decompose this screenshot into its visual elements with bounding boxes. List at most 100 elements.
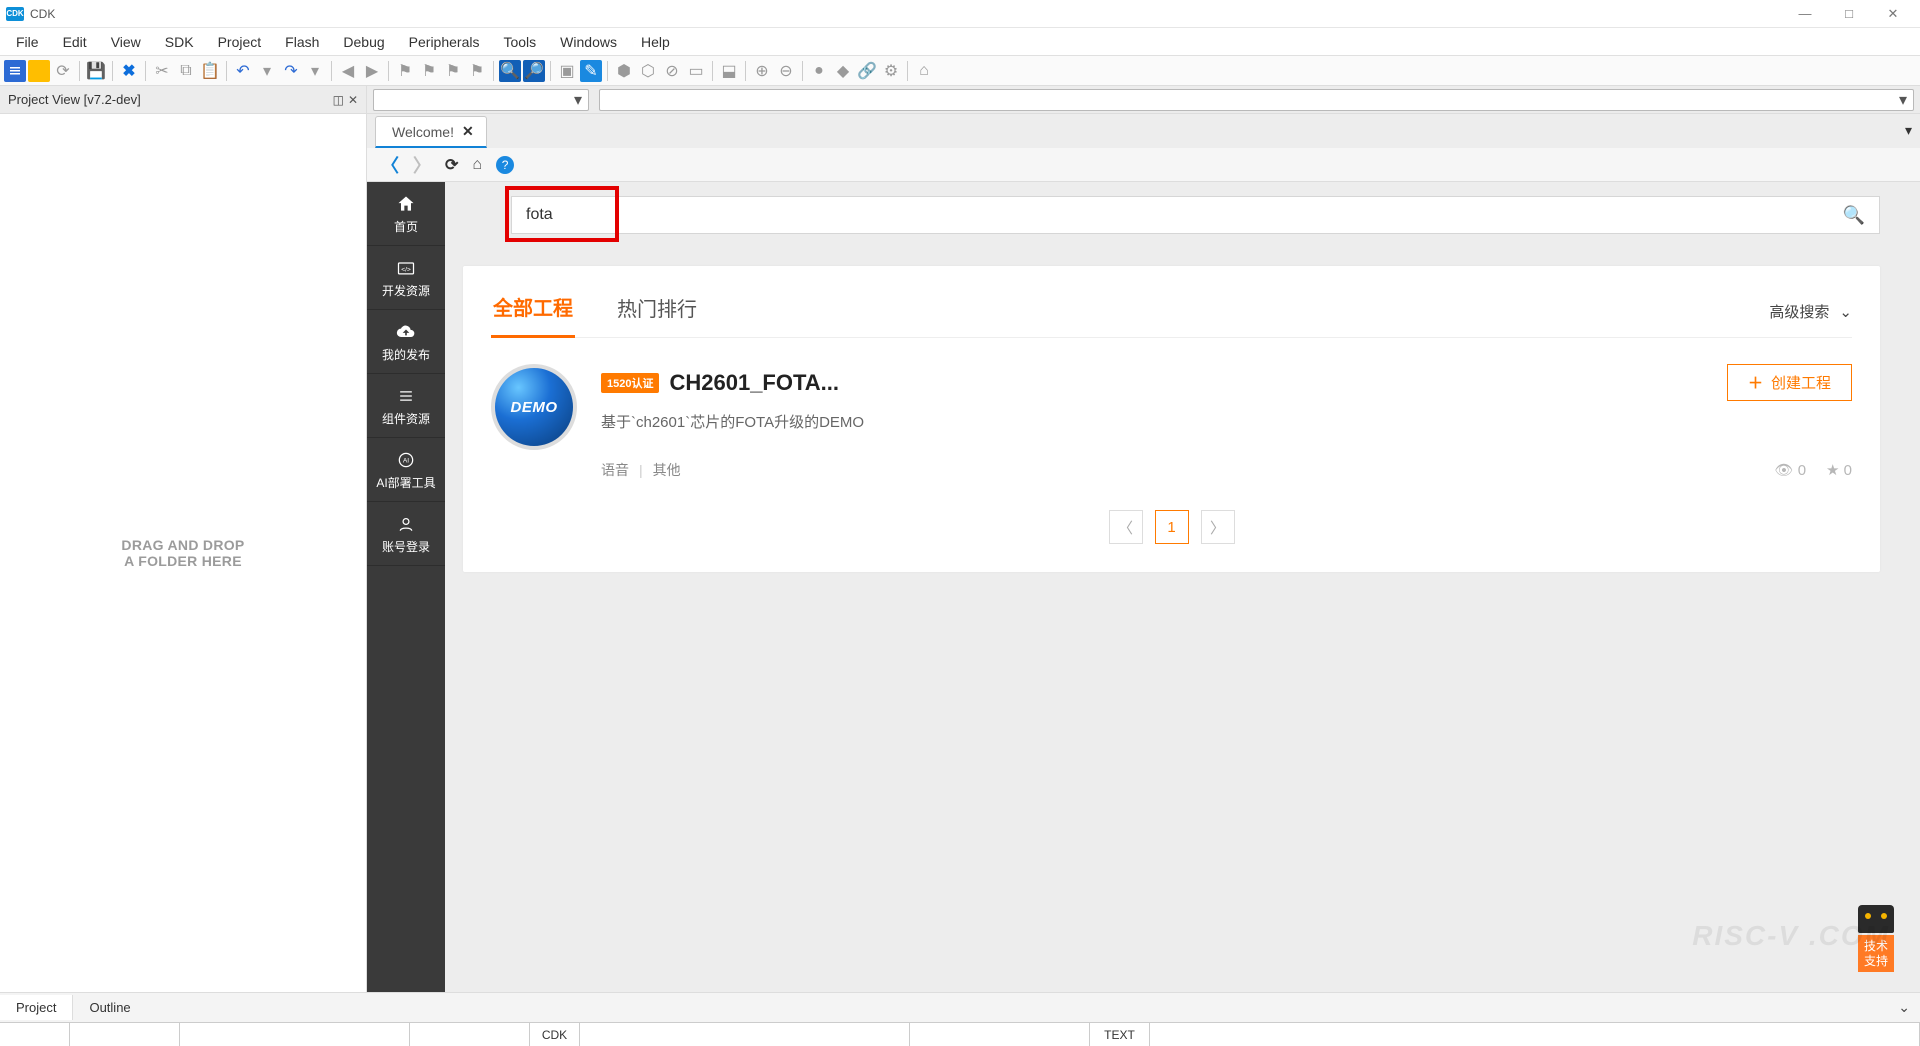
editor-tabs: Welcome! ✕ ▾ bbox=[367, 114, 1920, 148]
download-icon[interactable]: ⬓ bbox=[718, 60, 740, 82]
plus-icon: ＋ bbox=[1748, 372, 1763, 393]
menu-flash[interactable]: Flash bbox=[273, 30, 331, 54]
adv-search-label: 高级搜索 bbox=[1769, 301, 1829, 322]
bottom-tab-outline[interactable]: Outline bbox=[73, 995, 146, 1020]
nav-dev-label: 开发资源 bbox=[382, 282, 430, 299]
window-controls: — □ ✕ bbox=[1796, 5, 1914, 23]
open-folder-icon[interactable] bbox=[28, 60, 50, 82]
create-project-button[interactable]: ＋ 创建工程 bbox=[1727, 364, 1852, 401]
nav-forward-icon[interactable]: ▶ bbox=[361, 60, 383, 82]
new-file-icon[interactable] bbox=[4, 60, 26, 82]
search-icon[interactable]: 🔍 bbox=[1843, 205, 1865, 226]
save-icon[interactable]: 💾 bbox=[85, 60, 107, 82]
nav-forward-icon[interactable]: 〉 bbox=[413, 152, 431, 178]
tech-support-widget[interactable]: 技术 支持 bbox=[1852, 905, 1900, 972]
bottom-tabs: Project Outline ⌄ bbox=[0, 992, 1920, 1022]
highlight-icon[interactable]: ✎ bbox=[580, 60, 602, 82]
menu-help[interactable]: Help bbox=[629, 30, 682, 54]
bookmark-toggle-icon[interactable]: ⚑ bbox=[394, 60, 416, 82]
debug-link-icon[interactable]: 🔗 bbox=[856, 60, 878, 82]
menu-sdk[interactable]: SDK bbox=[153, 30, 206, 54]
bookmark-clear-icon[interactable]: ⚑ bbox=[466, 60, 488, 82]
undo-icon[interactable]: ↶ bbox=[232, 60, 254, 82]
advanced-search[interactable]: 高级搜索 ⌄ bbox=[1769, 301, 1852, 322]
nav-ai-deploy[interactable]: AI AI部署工具 bbox=[367, 438, 445, 502]
zoom-out-icon[interactable]: ⊖ bbox=[775, 60, 797, 82]
nav-account[interactable]: 账号登录 bbox=[367, 502, 445, 566]
person-icon bbox=[396, 514, 416, 534]
nav-home-icon[interactable]: ⌂ bbox=[472, 156, 482, 174]
close-x-icon[interactable]: ✖ bbox=[118, 60, 140, 82]
bottom-tab-project[interactable]: Project bbox=[0, 995, 73, 1020]
result-title[interactable]: CH2601_FOTA... bbox=[669, 370, 839, 396]
result-tags: 语音 | 其他 👁 0 ★ bbox=[601, 460, 1852, 480]
close-button[interactable]: ✕ bbox=[1884, 5, 1902, 23]
bookmark-prev-icon[interactable]: ⚑ bbox=[418, 60, 440, 82]
menu-tools[interactable]: Tools bbox=[491, 30, 548, 54]
nav-reload-icon[interactable]: ⟳ bbox=[445, 155, 458, 175]
menu-peripherals[interactable]: Peripherals bbox=[397, 30, 492, 54]
bookmark-next-icon[interactable]: ⚑ bbox=[442, 60, 464, 82]
menu-project[interactable]: Project bbox=[206, 30, 274, 54]
tag-other: 其他 bbox=[653, 460, 681, 480]
robot-icon bbox=[1858, 905, 1894, 933]
debug-start-icon[interactable]: ● bbox=[808, 60, 830, 82]
minimize-button[interactable]: — bbox=[1796, 5, 1814, 23]
star-icon: ★ bbox=[1826, 462, 1839, 479]
search-box[interactable]: 🔍 bbox=[511, 196, 1880, 234]
nav-components[interactable]: 组件资源 bbox=[367, 374, 445, 438]
nav-help-icon[interactable]: ? bbox=[496, 156, 514, 174]
stars-stat: ★ 0 bbox=[1826, 461, 1852, 479]
stop-build-icon[interactable]: ⊘ bbox=[661, 60, 683, 82]
debug-config-icon[interactable]: ⚙ bbox=[880, 60, 902, 82]
paste-icon[interactable]: 📋 bbox=[199, 60, 221, 82]
target-combo[interactable]: ▾ bbox=[599, 89, 1914, 111]
page-prev[interactable]: 〈 bbox=[1109, 510, 1143, 544]
terminal-icon[interactable]: ▣ bbox=[556, 60, 578, 82]
nav-home[interactable]: 首页 bbox=[367, 182, 445, 246]
ai-icon: AI bbox=[396, 450, 416, 470]
home-icon[interactable]: ⌂ bbox=[913, 60, 935, 82]
maximize-button[interactable]: □ bbox=[1840, 5, 1858, 23]
search-input[interactable] bbox=[526, 206, 1843, 224]
undo-dropdown-icon[interactable]: ▾ bbox=[256, 60, 278, 82]
nav-back-icon[interactable]: 〈 bbox=[381, 152, 399, 178]
tab-all-projects[interactable]: 全部工程 bbox=[491, 286, 575, 338]
left-nav: 首页 </> 开发资源 我的发布 组件资源 AI AI部署工具 bbox=[367, 182, 445, 992]
page-1[interactable]: 1 bbox=[1155, 510, 1189, 544]
redo-icon[interactable]: ↷ bbox=[280, 60, 302, 82]
page-next[interactable]: 〉 bbox=[1201, 510, 1235, 544]
find-in-files-icon[interactable]: 🔎 bbox=[523, 60, 545, 82]
tabs-dropdown-icon[interactable]: ▾ bbox=[1905, 122, 1912, 139]
tab-close-icon[interactable]: ✕ bbox=[462, 123, 474, 140]
zoom-in-icon[interactable]: ⊕ bbox=[751, 60, 773, 82]
config-combo[interactable]: ▾ bbox=[373, 89, 589, 111]
nav-ai-label: AI部署工具 bbox=[376, 474, 435, 491]
tab-popular[interactable]: 热门排行 bbox=[615, 287, 699, 336]
menu-debug[interactable]: Debug bbox=[331, 30, 396, 54]
find-icon[interactable]: 🔍 bbox=[499, 60, 521, 82]
chevron-down-icon: ⌄ bbox=[1839, 303, 1852, 321]
debug-step-icon[interactable]: ◆ bbox=[832, 60, 854, 82]
menu-file[interactable]: File bbox=[4, 30, 51, 54]
stars-count: 0 bbox=[1844, 462, 1852, 479]
panel-close-icon[interactable]: ✕ bbox=[348, 93, 358, 107]
panel-restore-icon[interactable]: ◫ bbox=[333, 93, 344, 107]
house-icon bbox=[396, 194, 416, 214]
redo-dropdown-icon[interactable]: ▾ bbox=[304, 60, 326, 82]
menu-windows[interactable]: Windows bbox=[548, 30, 629, 54]
welcome-page: 首页 </> 开发资源 我的发布 组件资源 AI AI部署工具 bbox=[367, 182, 1920, 992]
copy-icon[interactable]: ⧉ bbox=[175, 60, 197, 82]
clean-icon[interactable]: ▭ bbox=[685, 60, 707, 82]
nav-my-publish[interactable]: 我的发布 bbox=[367, 310, 445, 374]
rebuild-icon[interactable]: ⬡ bbox=[637, 60, 659, 82]
tab-welcome[interactable]: Welcome! ✕ bbox=[375, 116, 487, 148]
nav-back-icon[interactable]: ◀ bbox=[337, 60, 359, 82]
cut-icon[interactable]: ✂ bbox=[151, 60, 173, 82]
menu-view[interactable]: View bbox=[99, 30, 153, 54]
build-icon[interactable]: ⬢ bbox=[613, 60, 635, 82]
refresh-icon[interactable]: ⟳ bbox=[52, 60, 74, 82]
menu-edit[interactable]: Edit bbox=[51, 30, 99, 54]
bottom-tabs-dropdown-icon[interactable]: ⌄ bbox=[1898, 999, 1920, 1016]
nav-dev-resources[interactable]: </> 开发资源 bbox=[367, 246, 445, 310]
